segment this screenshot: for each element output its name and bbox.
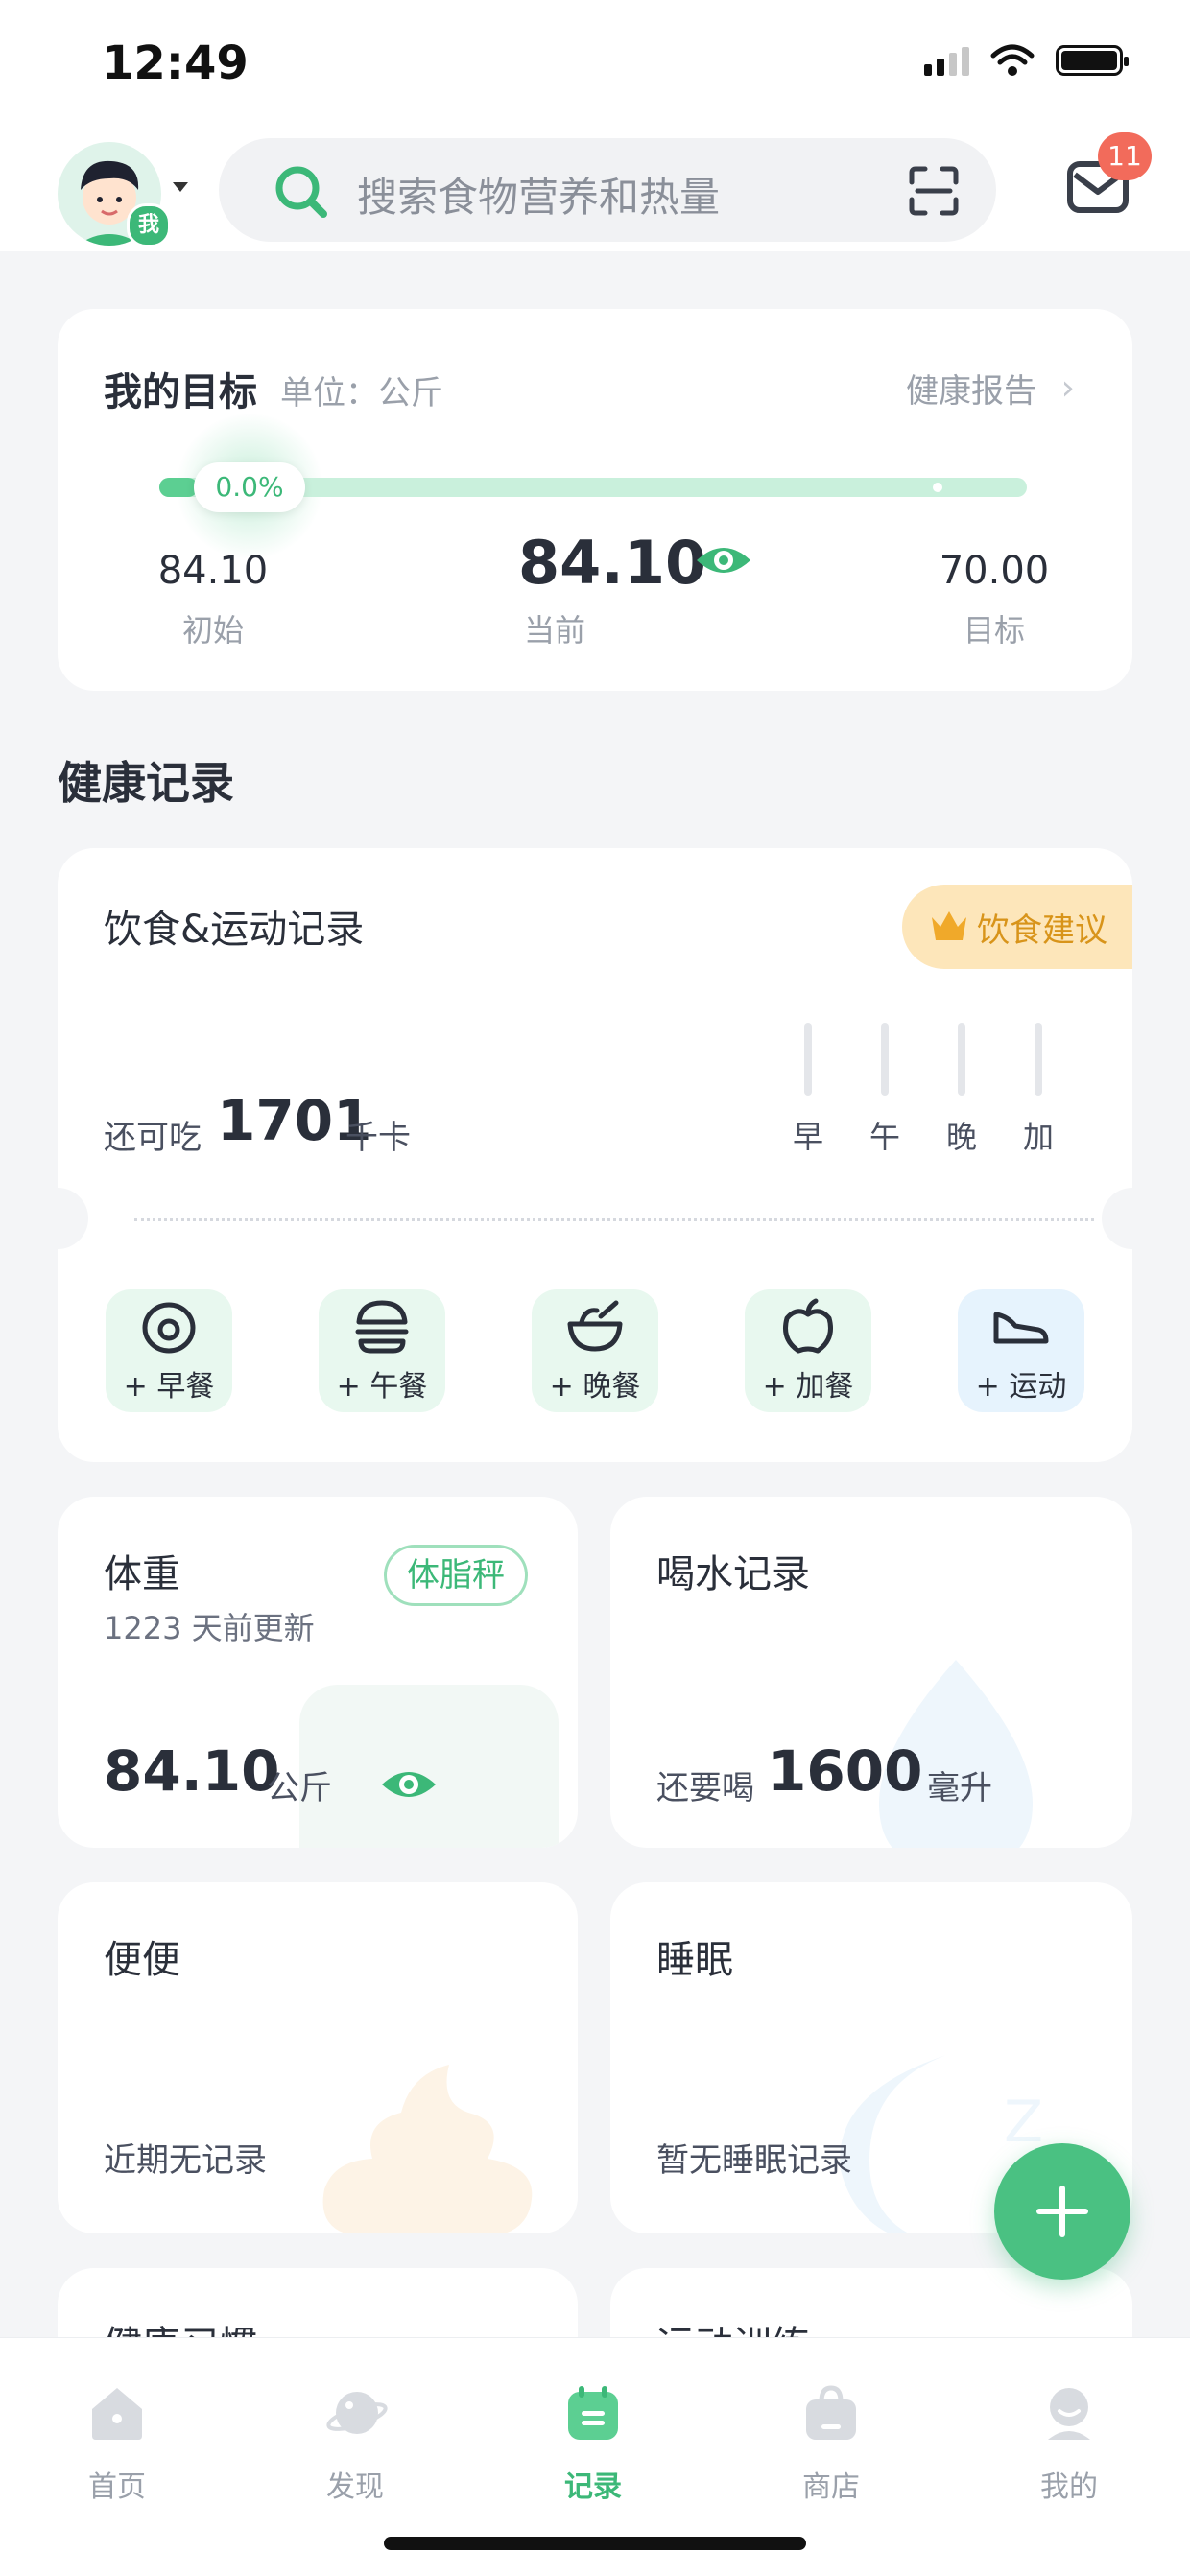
sleep-status: 暂无睡眠记录	[656, 2141, 852, 2180]
goal-unit: 单位：公斤	[280, 374, 443, 413]
target-weight-value: 70.00	[939, 549, 1050, 593]
water-unit: 毫升	[927, 1769, 992, 1808]
bowl-icon	[567, 1300, 623, 1352]
remaining-calories-unit: 千卡	[345, 1119, 411, 1157]
diet-exercise-card[interactable]: 饮食&运动记录 饮食建议 还可吃 1701 千卡 早 午 晚 加 + 早餐 + …	[27, 848, 1163, 1462]
remaining-calories-label: 还可吃	[104, 1119, 202, 1157]
avatar-badge: 我	[127, 203, 171, 248]
apple-icon	[783, 1298, 833, 1354]
weight-unit: 公斤	[267, 1769, 332, 1808]
add-exercise-label: + 运动	[975, 1370, 1067, 1404]
add-record-button[interactable]	[994, 2143, 1130, 2280]
add-snack-label: + 加餐	[762, 1370, 854, 1404]
chevron-right-icon[interactable]: ›	[1061, 368, 1075, 408]
profile-icon	[1048, 2388, 1090, 2440]
home-icon	[92, 2388, 142, 2440]
progress-target-dot	[933, 483, 942, 492]
egg-icon	[142, 1302, 196, 1354]
body-fat-scale-button[interactable]: 体脂秤	[384, 1545, 528, 1606]
water-card[interactable]: 喝水记录 还要喝 1600 毫升	[610, 1497, 1132, 1848]
home-indicator	[384, 2537, 806, 2550]
goal-card[interactable]: 我的目标 单位：公斤 健康报告 › 0.0% 84.10 初始 84.10 当前…	[58, 309, 1132, 691]
search-icon	[275, 166, 327, 218]
start-weight-value: 84.10	[157, 549, 269, 593]
weight-card[interactable]: 体重 1223 天前更新 体脂秤 84.10 公斤	[58, 1497, 578, 1848]
weight-value: 84.10	[104, 1738, 280, 1804]
health-report-link[interactable]: 健康报告	[906, 365, 1036, 412]
ticket-notch-right	[1102, 1188, 1163, 1249]
search-placeholder: 搜索食物营养和热量	[357, 174, 721, 221]
crown-icon	[932, 911, 966, 940]
add-lunch-label: + 午餐	[336, 1370, 428, 1404]
divider	[134, 1218, 1094, 1221]
meal-bar-snack	[1035, 1023, 1042, 1096]
meal-bar-breakfast	[804, 1023, 812, 1096]
burger-icon	[355, 1300, 409, 1354]
weight-updated: 1223 天前更新	[104, 1610, 315, 1646]
search-input[interactable]: 搜索食物营养和热量	[219, 138, 996, 242]
target-weight-label: 目标	[963, 612, 1025, 649]
tab-label: 记录	[564, 2470, 622, 2504]
meal-label: 晚	[945, 1119, 977, 1155]
tab-label: 发现	[326, 2470, 384, 2504]
shoe-icon	[993, 1312, 1049, 1344]
goal-title: 我的目标	[104, 370, 257, 414]
battery-icon	[1056, 45, 1129, 76]
tab-label: 商店	[802, 2470, 860, 2504]
start-weight-label: 初始	[181, 612, 244, 649]
add-dinner-button[interactable]: + 晚餐	[532, 1289, 658, 1412]
diet-advice-button[interactable]: 饮食建议	[902, 885, 1132, 969]
signal-icon	[924, 45, 969, 76]
water-remaining-value: 1600	[768, 1738, 923, 1804]
status-icons	[924, 44, 1129, 77]
meal-label: 午	[869, 1119, 900, 1155]
bag-icon	[806, 2385, 856, 2440]
bowel-card[interactable]: 便便 近期无记录	[58, 1882, 578, 2233]
water-title: 喝水记录	[656, 1552, 810, 1596]
meal-label: 加	[1022, 1119, 1054, 1155]
add-exercise-button[interactable]: + 运动	[958, 1289, 1084, 1412]
meal-bar-dinner	[958, 1023, 965, 1096]
tab-label: 我的	[1040, 2470, 1098, 2504]
status-time: 12:49	[102, 36, 249, 90]
current-weight-label: 当前	[523, 612, 585, 649]
tab-label: 首页	[88, 2470, 146, 2504]
diet-advice-label: 饮食建议	[977, 911, 1107, 950]
progress-percent: 0.0%	[194, 462, 305, 512]
diet-card-title: 饮食&运动记录	[104, 908, 365, 952]
meal-bar-lunch	[881, 1023, 889, 1096]
calendar-icon	[568, 2386, 618, 2440]
wifi-icon	[990, 44, 1035, 76]
bowel-title: 便便	[104, 1938, 180, 1982]
weight-title: 体重	[104, 1552, 180, 1596]
sleep-title: 睡眠	[656, 1938, 733, 1982]
add-snack-button[interactable]: + 加餐	[745, 1289, 871, 1412]
bowel-status: 近期无记录	[104, 2141, 267, 2180]
add-breakfast-label: + 早餐	[123, 1370, 215, 1404]
notification-badge: 11	[1098, 132, 1152, 180]
add-dinner-label: + 晚餐	[549, 1370, 641, 1404]
meal-label: 早	[792, 1119, 823, 1155]
planet-icon	[326, 2392, 388, 2434]
chevron-down-icon[interactable]	[173, 182, 188, 192]
eye-icon[interactable]	[380, 1765, 438, 1804]
scan-icon[interactable]	[906, 163, 962, 219]
current-weight-value: 84.10	[518, 528, 707, 598]
eye-icon[interactable]	[695, 541, 752, 579]
add-breakfast-button[interactable]: + 早餐	[106, 1289, 232, 1412]
water-remaining-label: 还要喝	[656, 1769, 754, 1808]
poop-icon	[322, 2065, 533, 2233]
svg-text:Z: Z	[1004, 2089, 1043, 2156]
ticket-notch-left	[27, 1188, 88, 1249]
progress-fill	[159, 478, 198, 497]
add-lunch-button[interactable]: + 午餐	[319, 1289, 445, 1412]
section-title: 健康记录	[58, 757, 234, 809]
